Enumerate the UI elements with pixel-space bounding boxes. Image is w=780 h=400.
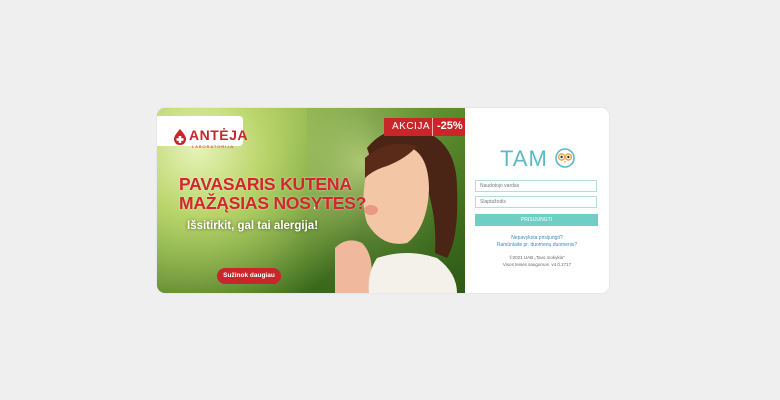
- footer-copyright: ©2021 UAB „Tavo mokykla": [509, 255, 565, 260]
- headline-line-2: MAŽĄSIAS NOSYTES?: [179, 193, 367, 213]
- tamo-logo: TAM: [500, 146, 580, 171]
- login-panel: TAM PRISIJUNGTI Nepavyksta prisijungti? …: [465, 108, 609, 293]
- tamo-logo-text: TAM: [500, 146, 548, 171]
- ad-headline: PAVASARIS KUTENA MAŽĄSIAS NOSYTES?: [179, 175, 366, 213]
- antea-logo: ANTĖJA LABORATORIJA: [157, 116, 248, 149]
- promo-divider: [432, 118, 433, 136]
- footer-version: Visos teisės saugomos. v4.0.2717: [502, 262, 572, 267]
- ad-subline: Išsitirkit, gal tai alergija!: [187, 220, 319, 232]
- privacy-link[interactable]: Ramūnlaite pr. duomenų duomenis?: [465, 242, 609, 248]
- brand-subtitle: LABORATORIJA: [192, 144, 235, 149]
- promo-label: AKCIJA: [392, 121, 431, 132]
- drop-cross-icon: [173, 129, 187, 145]
- promo-discount: -25%: [437, 120, 463, 132]
- password-input[interactable]: [475, 196, 597, 208]
- login-card: ANTĖJA LABORATORIJA AKCIJA -25% PAVASARI…: [157, 108, 609, 293]
- promo-tag: AKCIJA -25%: [384, 118, 465, 136]
- login-button[interactable]: PRISIJUNGTI: [475, 214, 598, 226]
- forgot-login-link[interactable]: Nepavyksta prisijungti?: [465, 235, 609, 241]
- owl-icon: [555, 148, 575, 168]
- brand-name: ANTĖJA: [189, 127, 249, 143]
- headline-line-1: PAVASARIS KUTENA: [179, 174, 352, 194]
- learn-more-button[interactable]: Sužinok daugiau: [217, 268, 281, 284]
- advertisement-banner[interactable]: ANTĖJA LABORATORIJA AKCIJA -25% PAVASARI…: [157, 108, 465, 293]
- username-input[interactable]: [475, 180, 597, 192]
